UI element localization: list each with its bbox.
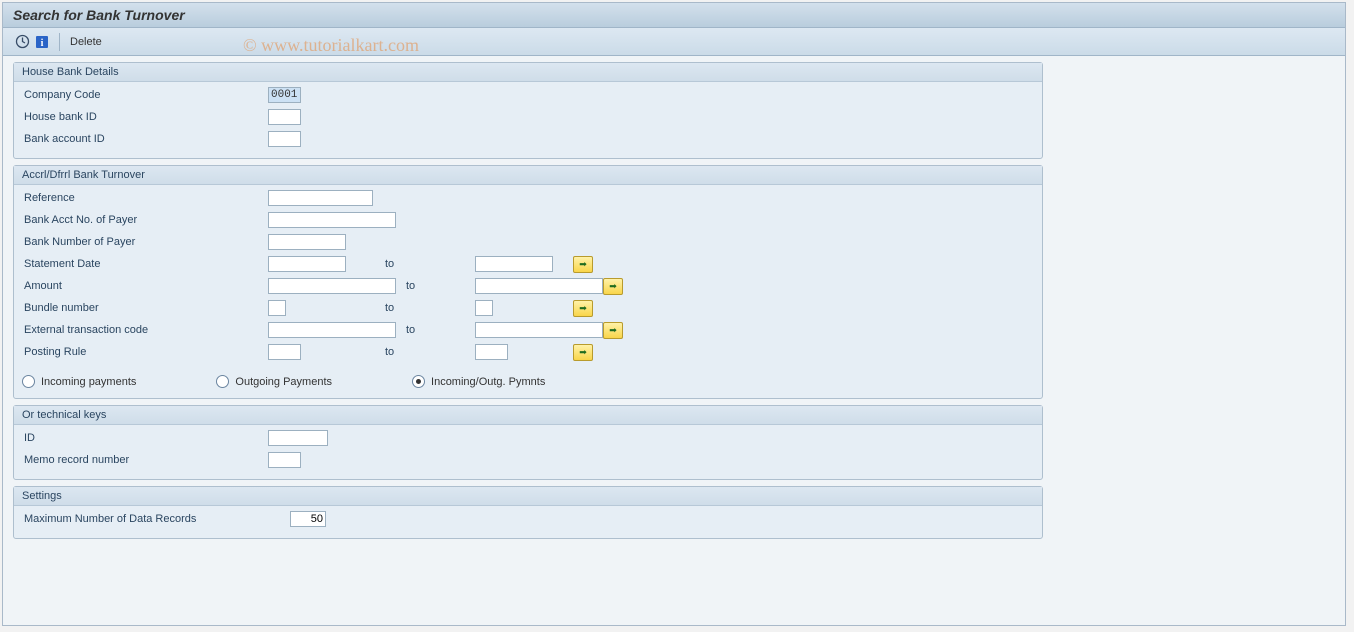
label-id: ID	[22, 432, 268, 444]
clock-execute-icon	[15, 34, 30, 49]
toolbar: i Delete	[3, 28, 1345, 56]
house-bank-id-field[interactable]	[269, 110, 300, 124]
to-label-1: to	[375, 258, 475, 270]
amount-to-input[interactable]	[475, 278, 603, 294]
id-field[interactable]	[269, 431, 327, 445]
bank-acct-payer-field[interactable]	[269, 213, 395, 227]
group-tech: Or technical keys ID Memo record number	[13, 405, 1043, 480]
amount-to-field[interactable]	[476, 279, 602, 293]
info-button[interactable]: i	[33, 33, 51, 51]
group-title-house-bank: House Bank Details	[14, 63, 1042, 82]
stmt-date-to-input[interactable]	[475, 256, 553, 272]
toolbar-separator	[59, 33, 60, 51]
group-title-accrl: Accrl/Dfrrl Bank Turnover	[14, 166, 1042, 185]
amount-from-field[interactable]	[269, 279, 395, 293]
posting-rule-from-field[interactable]	[269, 345, 300, 359]
bank-acct-payer-input[interactable]	[268, 212, 396, 228]
to-label-2: to	[396, 280, 475, 292]
svg-text:i: i	[41, 38, 44, 49]
bundle-to-input[interactable]	[475, 300, 493, 316]
ext-tc-to-field[interactable]	[476, 323, 602, 337]
label-reference: Reference	[22, 192, 268, 204]
bank-account-id-input[interactable]	[268, 131, 301, 147]
label-stmt-date: Statement Date	[22, 258, 268, 270]
arrow-right-icon: ➡	[579, 259, 587, 270]
house-bank-id-input[interactable]	[268, 109, 301, 125]
bank-account-id-field[interactable]	[269, 132, 300, 146]
execute-button[interactable]	[13, 33, 31, 51]
label-bank-num-payer: Bank Number of Payer	[22, 236, 268, 248]
to-label-3: to	[375, 302, 475, 314]
bundle-multi-button[interactable]: ➡	[573, 300, 593, 317]
stmt-date-from-input[interactable]	[268, 256, 346, 272]
reference-field[interactable]	[269, 191, 372, 205]
label-ext-tc: External transaction code	[22, 324, 268, 336]
group-title-tech: Or technical keys	[14, 406, 1042, 425]
radio-incoming[interactable]: Incoming payments	[22, 375, 136, 388]
memo-field[interactable]	[269, 453, 300, 467]
ext-tc-multi-button[interactable]: ➡	[603, 322, 623, 339]
group-house-bank: House Bank Details Company Code 0001 Hou…	[13, 62, 1043, 159]
memo-input[interactable]	[268, 452, 301, 468]
posting-rule-to-field[interactable]	[476, 345, 507, 359]
amount-multi-button[interactable]: ➡	[603, 278, 623, 295]
label-company-code: Company Code	[22, 89, 268, 101]
stmt-date-to-field[interactable]	[476, 257, 552, 271]
posting-rule-to-input[interactable]	[475, 344, 508, 360]
ext-tc-from-field[interactable]	[269, 323, 395, 337]
radio-incoming-label: Incoming payments	[41, 376, 136, 388]
arrow-right-icon: ➡	[579, 347, 587, 358]
arrow-right-icon: ➡	[609, 325, 617, 336]
bundle-from-field[interactable]	[269, 301, 285, 315]
stmt-date-from-field[interactable]	[269, 257, 345, 271]
info-icon: i	[35, 35, 49, 49]
label-posting-rule: Posting Rule	[22, 346, 268, 358]
window-title: Search for Bank Turnover	[3, 3, 1345, 28]
radio-outgoing-label: Outgoing Payments	[235, 376, 332, 388]
bundle-to-field[interactable]	[476, 301, 492, 315]
radio-outgoing[interactable]: Outgoing Payments	[216, 375, 332, 388]
id-input[interactable]	[268, 430, 328, 446]
stmt-date-multi-button[interactable]: ➡	[573, 256, 593, 273]
label-bank-acct-payer: Bank Acct No. of Payer	[22, 214, 268, 226]
to-label-5: to	[375, 346, 475, 358]
group-title-settings: Settings	[14, 487, 1042, 506]
arrow-right-icon: ➡	[609, 281, 617, 292]
ext-tc-from-input[interactable]	[268, 322, 396, 338]
label-bundle: Bundle number	[22, 302, 268, 314]
group-accrl: Accrl/Dfrrl Bank Turnover Reference Bank…	[13, 165, 1043, 399]
to-label-4: to	[396, 324, 475, 336]
arrow-right-icon: ➡	[579, 303, 587, 314]
delete-button[interactable]: Delete	[66, 34, 106, 50]
label-max-records: Maximum Number of Data Records	[22, 513, 290, 525]
reference-input[interactable]	[268, 190, 373, 206]
bank-num-payer-input[interactable]	[268, 234, 346, 250]
posting-rule-from-input[interactable]	[268, 344, 301, 360]
label-amount: Amount	[22, 280, 268, 292]
amount-from-input[interactable]	[268, 278, 396, 294]
group-settings: Settings Maximum Number of Data Records	[13, 486, 1043, 539]
max-records-field[interactable]	[291, 512, 325, 526]
radio-icon	[216, 375, 229, 388]
ext-tc-to-input[interactable]	[475, 322, 603, 338]
radio-both[interactable]: Incoming/Outg. Pymnts	[412, 375, 545, 388]
radio-both-label: Incoming/Outg. Pymnts	[431, 376, 545, 388]
label-bank-account-id: Bank account ID	[22, 133, 268, 145]
bundle-from-input[interactable]	[268, 300, 286, 316]
max-records-input[interactable]	[290, 511, 326, 527]
label-memo: Memo record number	[22, 454, 268, 466]
company-code-input[interactable]: 0001	[268, 87, 301, 103]
radio-icon	[22, 375, 35, 388]
bank-num-payer-field[interactable]	[269, 235, 345, 249]
label-house-bank-id: House bank ID	[22, 111, 268, 123]
posting-rule-multi-button[interactable]: ➡	[573, 344, 593, 361]
radio-icon-selected	[412, 375, 425, 388]
